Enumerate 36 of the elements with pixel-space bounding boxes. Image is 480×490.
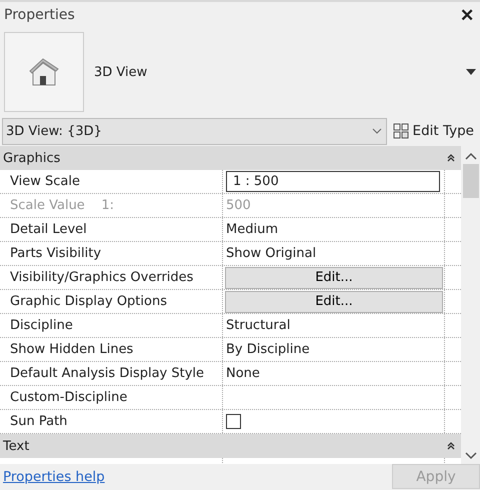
collapse-chevron-icon[interactable] xyxy=(447,442,455,450)
scroll-thumb[interactable] xyxy=(462,164,478,198)
type-label: 3D View xyxy=(94,64,148,80)
grid-icon xyxy=(392,123,409,139)
scale-input-field[interactable]: 1 : 500 xyxy=(226,171,440,192)
edit-button[interactable]: Edit... xyxy=(225,266,443,288)
property-value[interactable]: Structural xyxy=(226,318,290,333)
panel-title: Properties xyxy=(4,7,75,23)
edit-button[interactable]: Edit... xyxy=(225,290,443,312)
edit-type-button[interactable]: Edit Type xyxy=(392,123,478,139)
chevron-down-icon[interactable] xyxy=(372,128,382,134)
property-value[interactable]: Show Original xyxy=(226,246,316,261)
collapse-chevron-icon[interactable] xyxy=(447,154,455,162)
dropdown-arrow-icon[interactable] xyxy=(466,69,476,75)
property-name: Detail Level xyxy=(10,222,87,237)
property-value[interactable]: None xyxy=(226,366,260,381)
property-name: Scale Value 1: xyxy=(10,198,114,213)
scroll-down-icon[interactable] xyxy=(464,452,476,460)
property-name: Visibility/Graphics Overrides xyxy=(10,270,194,285)
property-value[interactable]: By Discipline xyxy=(226,342,310,357)
property-name: Graphic Display Options xyxy=(10,294,167,309)
section-header[interactable]: Text xyxy=(0,434,461,458)
property-name: Parts Visibility xyxy=(10,246,102,261)
property-name: View Scale xyxy=(10,174,80,189)
scroll-up-icon[interactable] xyxy=(464,152,476,160)
checkbox[interactable] xyxy=(226,414,241,429)
property-name: Discipline xyxy=(10,318,73,333)
type-selector-dropdown[interactable]: 3D View: {3D} xyxy=(2,118,387,144)
property-name: Sun Path xyxy=(10,414,68,429)
section-header[interactable]: Graphics xyxy=(0,146,461,170)
properties-help-link[interactable]: Properties help xyxy=(3,468,105,484)
property-value[interactable]: Medium xyxy=(226,222,278,237)
property-name: Custom-Discipline xyxy=(10,390,128,405)
property-name: Show Hidden Lines xyxy=(10,342,134,357)
property-name: Default Analysis Display Style xyxy=(10,366,204,381)
close-button[interactable]: ✕ xyxy=(458,4,476,26)
